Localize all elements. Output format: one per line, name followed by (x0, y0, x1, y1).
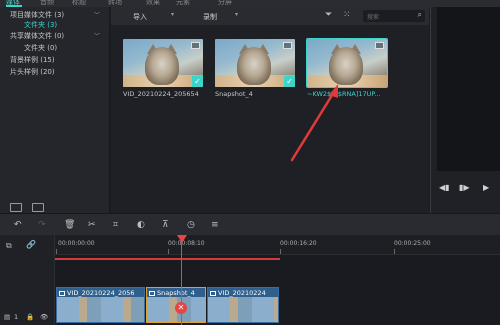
timeline-clip[interactable]: VID_20210224_2056 (56, 287, 145, 323)
clip-filmstrip (208, 297, 278, 322)
cut-icon[interactable]: ✂ (88, 220, 96, 230)
adjust-icon[interactable]: ≡ (211, 220, 219, 230)
link-icon[interactable]: 🔗 (26, 240, 36, 249)
media-thumbnail[interactable]: ✓ (215, 39, 295, 87)
drop-forbidden-icon: ✕ (175, 302, 187, 314)
media-thumbnail[interactable]: ✓ (123, 39, 203, 87)
search-input[interactable]: 搜索 ⌕ (363, 10, 425, 22)
search-placeholder: 搜索 (367, 14, 380, 21)
cat-figure (329, 47, 363, 85)
ruler-tick (394, 249, 395, 254)
clip-label: Snapshot_4 (149, 289, 195, 297)
ruler-tick (56, 249, 57, 254)
timecode: 00:00:16:20 (280, 240, 317, 247)
library-item-intro-samples[interactable]: 片头样例 (20) (10, 67, 55, 77)
media-thumbnail-selected[interactable] (306, 38, 388, 88)
edit-toolbar: ↶ ↷ 🗑 ✂ ⌗ ◐ ⊼ ◷ ≡ (0, 213, 500, 235)
library-item-shared-media[interactable]: 共享媒体文件 (0) (10, 31, 64, 41)
filter-icon[interactable]: ⏷ (325, 11, 332, 20)
render-indicator-bar (55, 258, 280, 260)
menu-elements[interactable]: 元素 (176, 0, 190, 7)
undo-icon[interactable]: ↶ (14, 220, 22, 230)
cat-figure (145, 47, 179, 85)
clip-name: Snapshot_4 (157, 289, 195, 297)
playhead-handle[interactable] (177, 235, 187, 243)
video-clip-icon (59, 290, 65, 296)
library-item-project-media[interactable]: 项目媒体文件 (3) (10, 10, 64, 20)
timecode: 00:00:00:00 (58, 240, 95, 247)
chevron-down-icon[interactable]: ▾ (235, 11, 238, 18)
color-icon[interactable]: ◐ (137, 220, 145, 230)
cat-figure (237, 47, 271, 85)
play-pause-icon[interactable]: ▮▶ (459, 183, 470, 192)
chevron-down-icon[interactable]: ﹀ (94, 10, 100, 19)
image-type-icon (375, 42, 384, 49)
chevron-down-icon[interactable]: ﹀ (94, 31, 100, 40)
chevron-down-icon[interactable]: ▾ (171, 11, 174, 18)
library-item-project-folder[interactable]: 文件夹 (3) (24, 20, 57, 30)
import-button[interactable]: 导入 (133, 12, 147, 22)
media-name-selected: ~KW2$7]$RNA]17UP... (307, 90, 381, 98)
ruler-tick (168, 249, 169, 254)
duration-icon[interactable]: ◷ (187, 220, 195, 230)
crop-icon[interactable]: ⌗ (113, 220, 118, 230)
record-button[interactable]: 录制 (203, 12, 217, 22)
ruler-tick (280, 249, 281, 254)
track-number: 1 (14, 313, 19, 321)
track-video-icon: ▤ (4, 313, 11, 321)
search-icon[interactable]: ⌕ (418, 10, 422, 20)
image-clip-icon (149, 290, 155, 296)
clip-name: VID_20210224 (218, 289, 266, 297)
clip-label: VID_20210224_2056 (59, 289, 135, 297)
new-folder-icon[interactable] (10, 203, 22, 212)
preview-panel: ◀▮ ▮▶ ▶ (430, 7, 500, 213)
clip-name: VID_20210224_2056 (67, 289, 135, 297)
clip-filmstrip (57, 297, 144, 322)
media-library-sidebar: 项目媒体文件 (3) ﹀ 文件夹 (3) 共享媒体文件 (0) ﹀ 文件夹 (0… (0, 7, 110, 213)
grid-icon[interactable]: ⁙ (343, 11, 351, 20)
added-check-icon: ✓ (192, 76, 203, 87)
media-name: Snapshot_4 (215, 90, 253, 98)
video-clip-icon (210, 290, 216, 296)
timeline-clip[interactable]: VID_20210224 (207, 287, 279, 323)
redo-icon[interactable]: ↷ (38, 220, 46, 230)
menu-titles[interactable]: 标题 (72, 0, 86, 7)
add-track-icon[interactable]: ⧉ (6, 241, 12, 251)
preview-screen (437, 7, 500, 171)
play-icon[interactable]: ▶ (483, 183, 489, 192)
menu-audio[interactable]: 音频 (40, 0, 54, 7)
green-screen-icon[interactable]: ⊼ (162, 220, 169, 230)
eye-icon[interactable]: 👁 (40, 313, 48, 321)
added-check-icon: ✓ (284, 76, 295, 87)
video-type-icon (191, 42, 200, 49)
timeline-ruler[interactable]: 00:00:00:00 00:00:08:10 00:00:16:20 00:0… (55, 235, 500, 255)
top-menu-bar: 媒体 音频 标题 转场 效果 元素 分屏 (0, 0, 500, 7)
delete-icon[interactable]: 🗑 (64, 220, 75, 230)
menu-split-screen[interactable]: 分屏 (218, 0, 232, 7)
step-back-icon[interactable]: ◀▮ (439, 183, 450, 192)
library-item-background-samples[interactable]: 背景样例 (15) (10, 55, 55, 65)
menu-effects[interactable]: 效果 (146, 0, 160, 7)
menu-transitions[interactable]: 转场 (108, 0, 122, 7)
media-panel: 导入 ▾ 录制 ▾ ⏷ ⁙ 搜索 ⌕ ✓ VID_20210224_205654… (111, 7, 429, 213)
timecode: 00:00:25:00 (394, 240, 431, 247)
folder-icon[interactable] (32, 203, 44, 212)
library-item-shared-folder[interactable]: 文件夹 (0) (24, 43, 57, 53)
lock-icon[interactable]: 🔒 (26, 313, 34, 321)
timeline-track-header: ⧉ 🔗 (0, 235, 55, 325)
media-name: VID_20210224_205654 (123, 90, 199, 98)
clip-label: VID_20210224 (210, 289, 266, 297)
media-toolbar: 导入 ▾ 录制 ▾ ⏷ ⁙ 搜索 ⌕ (111, 7, 429, 25)
image-type-icon (283, 42, 292, 49)
